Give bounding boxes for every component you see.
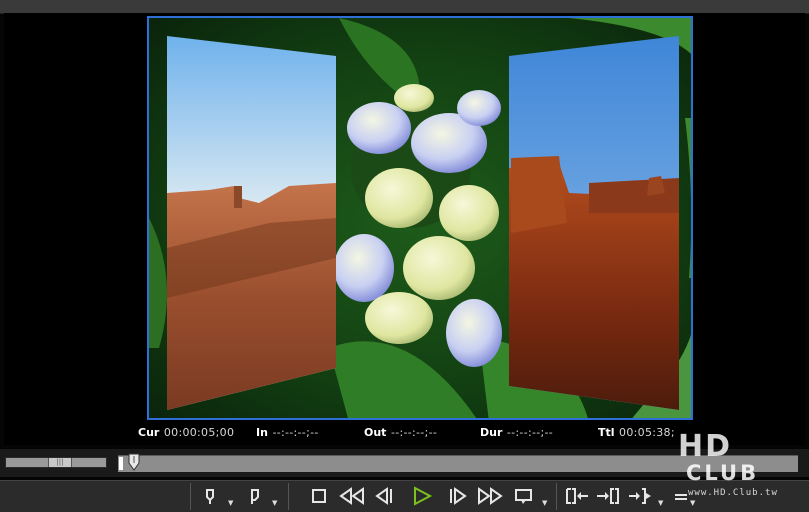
insert-button[interactable]	[627, 485, 653, 507]
preview-frame	[147, 16, 693, 420]
in-label: In	[256, 426, 268, 439]
mark-in-dropdown-icon[interactable]: ▼	[228, 499, 236, 507]
in-timecode: In --:--:--;--	[256, 426, 319, 439]
toolbar-divider	[556, 483, 557, 510]
more-dropdown-icon[interactable]: ▼	[690, 499, 698, 507]
total-label: Ttl	[598, 426, 615, 439]
in-value: --:--:--;--	[272, 426, 319, 439]
total-timecode: Ttl 00:05:38;	[598, 426, 675, 439]
rewind-button[interactable]	[339, 485, 365, 507]
current-value: 00:00:05;00	[163, 426, 235, 439]
go-to-out-icon	[597, 488, 619, 504]
duration-value: --:--:--;--	[506, 426, 554, 439]
scrub-row: |||	[0, 449, 809, 477]
insert-icon	[629, 488, 651, 504]
stop-button[interactable]	[309, 485, 329, 507]
out-label: Out	[364, 426, 387, 439]
playhead-icon[interactable]	[128, 453, 140, 471]
go-to-in-icon	[566, 488, 588, 504]
zoom-slider[interactable]: |||	[5, 457, 107, 468]
toolbar-divider	[288, 483, 289, 510]
timeline-scrubber[interactable]	[118, 455, 798, 472]
mark-out-dropdown-icon[interactable]: ▼	[272, 499, 280, 507]
current-label: Cur	[138, 426, 160, 439]
next-frame-button[interactable]	[447, 485, 469, 507]
more-button[interactable]	[672, 485, 690, 507]
preview-image	[149, 18, 691, 418]
duration-timecode: Dur --:--:--;--	[480, 426, 553, 439]
title-bar	[0, 0, 809, 14]
loop-dropdown-icon[interactable]: ▼	[542, 499, 550, 507]
mark-out-icon	[251, 489, 259, 504]
previous-frame-icon	[375, 487, 392, 505]
rewind-icon	[339, 487, 364, 505]
zoom-slider-handle[interactable]: |||	[48, 458, 72, 467]
play-button[interactable]	[411, 485, 433, 507]
fast-forward-icon	[478, 487, 503, 505]
total-value: 00:05:38;	[619, 426, 675, 439]
fast-forward-button[interactable]	[477, 485, 503, 507]
mark-out-button[interactable]	[248, 485, 262, 507]
duration-label: Dur	[480, 426, 503, 439]
go-to-out-button[interactable]	[595, 485, 621, 507]
toolbar-divider	[190, 483, 191, 510]
out-timecode: Out --:--:--;--	[364, 426, 437, 439]
mark-in-button[interactable]	[203, 485, 217, 507]
previous-frame-button[interactable]	[373, 485, 395, 507]
go-to-in-button[interactable]	[564, 485, 590, 507]
loop-playback-icon	[515, 489, 532, 504]
out-value: --:--:--;--	[390, 426, 438, 439]
stop-icon	[312, 489, 326, 503]
playback-toolbar: ▼ ▼ ▼ ▼ ▼	[0, 480, 809, 512]
play-icon	[414, 486, 433, 506]
loop-playback-button[interactable]	[513, 485, 535, 507]
current-timecode: Cur 00:00:05;00	[138, 426, 234, 439]
more-icon	[675, 494, 687, 500]
insert-dropdown-icon[interactable]: ▼	[658, 499, 666, 507]
timecode-bar: Cur 00:00:05;00 In --:--:--;-- Out --:--…	[0, 426, 809, 442]
in-point-marker	[119, 457, 123, 470]
next-frame-icon	[450, 487, 467, 505]
mark-in-icon	[206, 489, 214, 504]
